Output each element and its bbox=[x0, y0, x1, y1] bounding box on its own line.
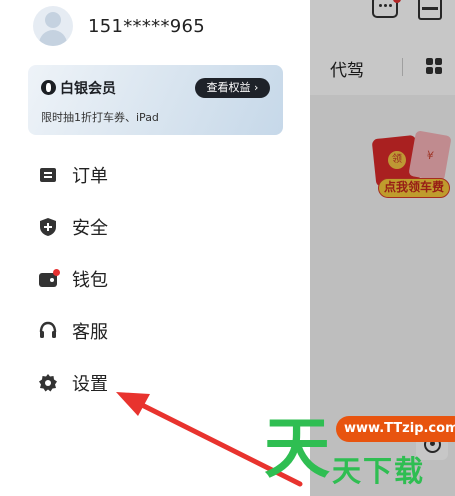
wallet-icon bbox=[38, 269, 60, 289]
headset-icon bbox=[38, 321, 58, 341]
member-card[interactable]: 白银会员 查看权益 › 限时抽1折打车券、iPad bbox=[28, 65, 283, 135]
user-phone[interactable]: 151*****965 bbox=[88, 16, 205, 37]
watermark-logo: 天 www.TTzip.com 天下载 bbox=[262, 408, 455, 496]
avatar[interactable] bbox=[33, 6, 73, 46]
view-benefits-label: 查看权益 bbox=[206, 81, 251, 94]
menu-item-security[interactable]: 安全 bbox=[38, 210, 278, 244]
menu-item-customer-service[interactable]: 客服 bbox=[38, 314, 278, 348]
wallet-badge bbox=[53, 269, 60, 276]
watermark-text: 天下载 bbox=[332, 454, 426, 488]
menu-item-label: 设置 bbox=[72, 374, 108, 395]
member-badge-icon bbox=[41, 80, 56, 95]
watermark-url: www.TTzip.com bbox=[336, 416, 455, 442]
menu-item-orders[interactable]: 订单 bbox=[38, 158, 278, 192]
menu-item-label: 客服 bbox=[72, 322, 108, 343]
menu-item-label: 安全 bbox=[72, 218, 108, 239]
menu-item-label: 订单 bbox=[72, 166, 108, 187]
watermark-big-char: 天 bbox=[264, 410, 330, 487]
view-benefits-button[interactable]: 查看权益 › bbox=[195, 78, 270, 98]
menu-item-label: 钱包 bbox=[72, 270, 108, 291]
order-icon bbox=[38, 165, 58, 185]
shield-icon bbox=[38, 217, 58, 237]
gear-icon bbox=[38, 373, 58, 393]
menu-item-settings[interactable]: 设置 bbox=[38, 366, 278, 400]
member-title: 白银会员 bbox=[60, 81, 116, 97]
menu-item-wallet[interactable]: 钱包 bbox=[38, 262, 278, 296]
member-subtitle: 限时抽1折打车券、iPad bbox=[41, 111, 159, 124]
